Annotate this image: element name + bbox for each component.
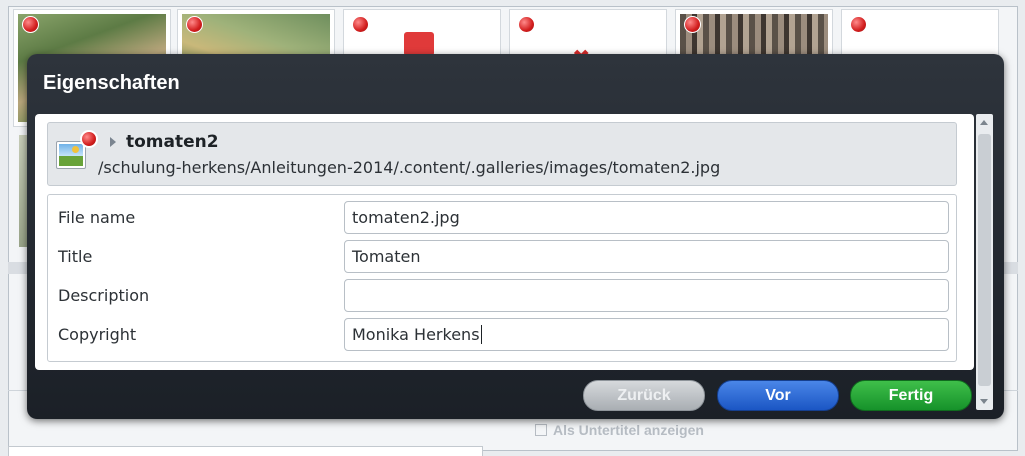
file-info-header: tomaten2 /schulung-herkens/Anleitungen-2… <box>47 122 957 186</box>
status-dot-icon <box>850 16 867 33</box>
scroll-thumb[interactable] <box>978 134 991 386</box>
property-label: Title <box>58 247 93 266</box>
checkbox-label: Als Untertitel anzeigen <box>553 422 704 438</box>
file-path: /schulung-herkens/Anleitungen-2014/.cont… <box>98 158 721 177</box>
property-row-title: Title Tomaten <box>48 238 956 276</box>
back-button[interactable]: Zurück <box>583 380 705 411</box>
scroll-down-icon[interactable] <box>976 393 993 410</box>
status-dot-icon <box>80 130 98 148</box>
status-dot-icon <box>352 16 369 33</box>
done-button[interactable]: Fertig <box>850 380 972 411</box>
file-name-field[interactable]: tomaten2.jpg <box>344 201 949 234</box>
logo-icon <box>404 32 434 56</box>
status-dot-icon <box>186 16 203 33</box>
subtitle-checkbox-row[interactable]: Als Untertitel anzeigen <box>535 422 704 438</box>
status-dot-icon <box>22 16 39 33</box>
text-caret <box>480 325 482 344</box>
property-row-copyright: Copyright Monika Herkens <box>48 316 956 354</box>
next-button[interactable]: Vor <box>717 380 839 411</box>
expand-arrow-icon[interactable] <box>110 137 116 147</box>
copyright-field[interactable]: Monika Herkens <box>344 318 949 351</box>
status-dot-icon <box>684 16 701 33</box>
property-label: Copyright <box>58 325 137 344</box>
title-field[interactable]: Tomaten <box>344 240 949 273</box>
copyright-value: Monika Herkens <box>352 325 480 344</box>
status-dot-icon <box>518 16 535 33</box>
properties-form: File name tomaten2.jpg Title Tomaten Des… <box>47 194 957 362</box>
dialog-scrollbar[interactable] <box>976 114 993 410</box>
dialog-body: tomaten2 /schulung-herkens/Anleitungen-2… <box>35 114 974 370</box>
background-input[interactable] <box>8 446 483 456</box>
property-row-description: Description <box>48 277 956 315</box>
property-label: File name <box>58 208 136 227</box>
checkbox[interactable] <box>535 424 547 436</box>
file-title: tomaten2 <box>126 132 219 152</box>
description-field[interactable] <box>344 279 949 312</box>
scroll-up-icon[interactable] <box>976 114 993 131</box>
properties-dialog: Eigenschaften tomaten2 /schulung-herkens… <box>27 54 1004 419</box>
property-row-file-name: File name tomaten2.jpg <box>48 199 956 237</box>
dialog-title: Eigenschaften <box>43 72 180 94</box>
property-label: Description <box>58 286 150 305</box>
